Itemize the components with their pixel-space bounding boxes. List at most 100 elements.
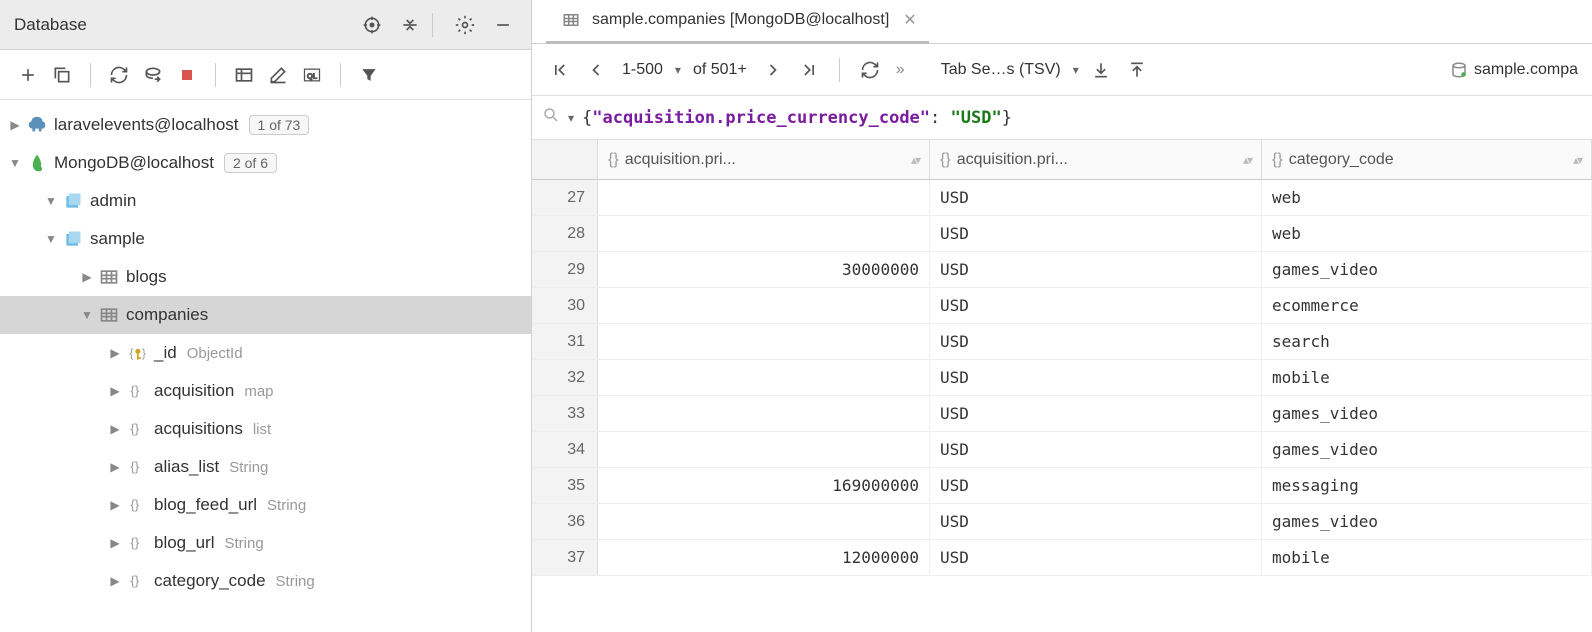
cell[interactable]: USD: [930, 180, 1262, 215]
table-row[interactable]: 32USDmobile: [532, 360, 1592, 396]
upload-icon[interactable]: [1123, 56, 1151, 84]
column-item[interactable]: {}blog_urlString: [0, 524, 531, 562]
table-row[interactable]: 36USDgames_video: [532, 504, 1592, 540]
duplicate-icon[interactable]: [48, 61, 76, 89]
cell[interactable]: [598, 504, 930, 539]
chevron-down-icon[interactable]: ▾: [1073, 63, 1079, 77]
cell[interactable]: mobile: [1262, 360, 1592, 395]
expand-arrow-icon[interactable]: [106, 574, 124, 588]
table-row[interactable]: 30USDecommerce: [532, 288, 1592, 324]
cell[interactable]: 30000000: [598, 252, 930, 287]
cell[interactable]: USD: [930, 216, 1262, 251]
table-row[interactable]: 35169000000USDmessaging: [532, 468, 1592, 504]
cell[interactable]: games_video: [1262, 396, 1592, 431]
cell[interactable]: 169000000: [598, 468, 930, 503]
more-icon[interactable]: »: [892, 61, 909, 79]
collapse-icon[interactable]: [396, 11, 424, 39]
table-item[interactable]: companies: [0, 296, 531, 334]
last-page-icon[interactable]: [795, 56, 823, 84]
cell[interactable]: [598, 360, 930, 395]
datasource-item[interactable]: MongoDB@localhost 2 of 6: [0, 144, 531, 182]
sort-icon[interactable]: ▴▾: [1573, 153, 1581, 167]
table-row[interactable]: 2930000000USDgames_video: [532, 252, 1592, 288]
cell[interactable]: [598, 288, 930, 323]
breadcrumb[interactable]: sample.compa: [1450, 61, 1578, 79]
cell[interactable]: [598, 324, 930, 359]
expand-arrow-icon[interactable]: [106, 498, 124, 512]
cell[interactable]: games_video: [1262, 432, 1592, 467]
cell[interactable]: [598, 396, 930, 431]
column-item[interactable]: {}category_codeString: [0, 562, 531, 600]
filter-icon[interactable]: [355, 61, 383, 89]
expand-arrow-icon[interactable]: [42, 232, 60, 246]
cell[interactable]: USD: [930, 540, 1262, 575]
cell[interactable]: games_video: [1262, 252, 1592, 287]
page-range[interactable]: 1-500: [618, 61, 667, 79]
cell[interactable]: web: [1262, 180, 1592, 215]
refresh-icon[interactable]: [105, 61, 133, 89]
sync-icon[interactable]: [139, 61, 167, 89]
datasource-item[interactable]: laravelevents@localhost 1 of 73: [0, 106, 531, 144]
table-row[interactable]: 31USDsearch: [532, 324, 1592, 360]
close-icon[interactable]: ✕: [903, 10, 916, 30]
cell[interactable]: mobile: [1262, 540, 1592, 575]
cell[interactable]: messaging: [1262, 468, 1592, 503]
first-page-icon[interactable]: [546, 56, 574, 84]
reload-icon[interactable]: [856, 56, 884, 84]
cell[interactable]: search: [1262, 324, 1592, 359]
column-header[interactable]: {}acquisition.pri...▴▾: [930, 140, 1262, 179]
target-icon[interactable]: [358, 11, 386, 39]
cell[interactable]: USD: [930, 468, 1262, 503]
table-row[interactable]: 34USDgames_video: [532, 432, 1592, 468]
download-icon[interactable]: [1087, 56, 1115, 84]
cell[interactable]: USD: [930, 288, 1262, 323]
schema-item[interactable]: admin: [0, 182, 531, 220]
expand-arrow-icon[interactable]: [6, 156, 24, 170]
column-item[interactable]: {}_idObjectId: [0, 334, 531, 372]
cell[interactable]: USD: [930, 432, 1262, 467]
minimize-icon[interactable]: [489, 11, 517, 39]
cell[interactable]: [598, 180, 930, 215]
expand-arrow-icon[interactable]: [106, 384, 124, 398]
cell[interactable]: [598, 432, 930, 467]
table-row[interactable]: 28USDweb: [532, 216, 1592, 252]
expand-arrow-icon[interactable]: [42, 194, 60, 208]
expand-arrow-icon[interactable]: [6, 118, 24, 132]
cell[interactable]: USD: [930, 396, 1262, 431]
expand-arrow-icon[interactable]: [106, 460, 124, 474]
cell[interactable]: 12000000: [598, 540, 930, 575]
cell[interactable]: [598, 216, 930, 251]
sort-icon[interactable]: ▴▾: [1243, 153, 1251, 167]
chevron-down-icon[interactable]: ▾: [675, 63, 681, 77]
expand-arrow-icon[interactable]: [106, 346, 124, 360]
tab-companies[interactable]: sample.companies [MongoDB@localhost] ✕: [546, 0, 929, 44]
cell[interactable]: ecommerce: [1262, 288, 1592, 323]
column-item[interactable]: {}acquisitionmap: [0, 372, 531, 410]
next-page-icon[interactable]: [759, 56, 787, 84]
edit-icon[interactable]: [264, 61, 292, 89]
filter-query[interactable]: {"acquisition.price_currency_code": "USD…: [582, 108, 1012, 128]
column-header[interactable]: {}category_code▴▾: [1262, 140, 1592, 179]
cell[interactable]: USD: [930, 504, 1262, 539]
sort-icon[interactable]: ▴▾: [911, 153, 919, 167]
schema-item[interactable]: sample: [0, 220, 531, 258]
filter-row[interactable]: ▾ {"acquisition.price_currency_code": "U…: [532, 96, 1592, 140]
export-format[interactable]: Tab Se…s (TSV): [937, 61, 1065, 79]
column-item[interactable]: {}acquisitionslist: [0, 410, 531, 448]
chevron-down-icon[interactable]: ▾: [568, 111, 574, 125]
cell[interactable]: web: [1262, 216, 1592, 251]
cell[interactable]: USD: [930, 360, 1262, 395]
cell[interactable]: USD: [930, 252, 1262, 287]
column-header[interactable]: {}acquisition.pri...▴▾: [598, 140, 930, 179]
add-icon[interactable]: [14, 61, 42, 89]
stop-icon[interactable]: [173, 61, 201, 89]
expand-arrow-icon[interactable]: [78, 270, 96, 284]
expand-arrow-icon[interactable]: [78, 308, 96, 322]
table-row[interactable]: 27USDweb: [532, 180, 1592, 216]
expand-arrow-icon[interactable]: [106, 422, 124, 436]
expand-arrow-icon[interactable]: [106, 536, 124, 550]
cell[interactable]: USD: [930, 324, 1262, 359]
ql-console-icon[interactable]: QL: [298, 61, 326, 89]
column-item[interactable]: {}alias_listString: [0, 448, 531, 486]
column-item[interactable]: {}blog_feed_urlString: [0, 486, 531, 524]
